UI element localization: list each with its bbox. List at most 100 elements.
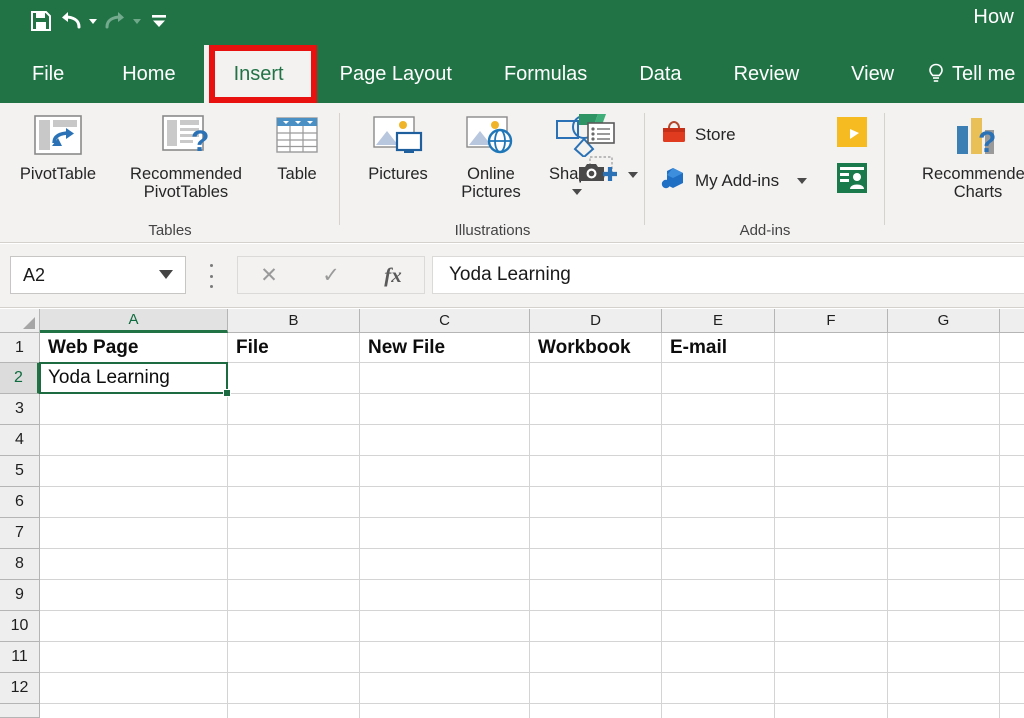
recommended-charts-button[interactable]: ? Recommended Charts [903,107,1024,202]
lightbulb-icon [928,63,944,85]
column-header-a[interactable]: A [40,309,228,333]
recommended-charts-label: Recommended Charts [922,165,1024,202]
cell-c1[interactable]: New File [360,333,529,362]
online-pictures-icon [464,107,518,163]
row-header-7[interactable]: 7 [0,518,40,549]
row-header-1[interactable]: 1 [0,333,40,363]
tab-view[interactable]: View [825,45,920,103]
formula-input[interactable]: Yoda Learning [432,256,1024,294]
name-box-dropdown-icon[interactable] [159,266,185,284]
table-button[interactable]: Table [262,107,332,183]
row-header-10[interactable]: 10 [0,611,40,642]
column-header-g[interactable]: G [888,309,1000,333]
save-icon[interactable] [26,6,56,36]
recommended-pivot-tables-label: Recommended PivotTables [130,165,242,202]
my-add-ins-button[interactable]: My Add-ins [661,165,808,196]
select-all-button[interactable] [0,309,40,333]
tell-me-box[interactable]: Tell me [928,45,1024,103]
bing-maps-icon [837,117,867,152]
row-header-12[interactable]: 12 [0,673,40,704]
column-header-b[interactable]: B [228,309,360,333]
row-header-3[interactable]: 3 [0,394,40,425]
undo-dropdown-icon[interactable] [86,6,100,36]
row-header-4[interactable]: 4 [0,425,40,456]
pivot-table-button[interactable]: PivotTable [8,107,108,183]
online-pictures-button[interactable]: Online Pictures [444,107,538,202]
row-header-6[interactable]: 6 [0,487,40,518]
tab-page-layout[interactable]: Page Layout [314,45,478,103]
people-graph-icon [837,163,867,198]
column-header-e[interactable]: E [662,309,775,333]
insert-function-icon[interactable]: fx [384,263,402,288]
cell-d1[interactable]: Workbook [530,333,661,362]
row-header-5[interactable]: 5 [0,456,40,487]
customize-quick-access-toolbar-icon[interactable] [144,6,174,36]
selection-border [39,362,228,394]
bing-maps-button[interactable] [837,117,867,152]
people-graph-button[interactable] [837,163,867,198]
formula-bar-grip[interactable] [206,264,216,288]
pictures-label: Pictures [368,165,428,183]
fill-handle[interactable] [223,389,231,397]
my-add-ins-dropdown-icon[interactable] [797,177,808,184]
tab-review[interactable]: Review [708,45,826,103]
name-box-value: A2 [23,264,46,285]
cell-b1[interactable]: File [228,333,359,362]
redo-icon[interactable] [100,6,130,36]
tab-home[interactable]: Home [94,45,203,103]
tell-me-label: Tell me [952,62,1016,85]
svg-text:?: ? [191,125,209,157]
my-add-ins-icon [661,165,687,196]
tab-insert[interactable]: Insert [203,45,314,103]
column-header-f[interactable]: F [775,309,888,333]
screenshot-dropdown-icon[interactable] [628,171,638,178]
recommended-charts-icon: ? [951,107,1005,163]
smartart-button[interactable] [576,111,618,152]
ribbon-tab-strip: File Home Insert Page Layout Formulas Da… [0,45,1024,103]
column-header-h[interactable] [1000,309,1024,333]
spreadsheet-grid: A B C D E F G 1 2 3 4 5 6 7 8 9 10 11 12 [0,309,1024,718]
formula-bar-buttons: ✕ ✓ fx [237,256,425,294]
ribbon-group-charts: ? Recommended Charts [885,103,1024,243]
online-pictures-label: Online Pictures [461,165,521,202]
ribbon-group-add-ins-label: Add-ins [739,222,791,239]
tab-formulas[interactable]: Formulas [478,45,613,103]
undo-icon[interactable] [56,6,86,36]
tab-file[interactable]: File [0,45,94,103]
recommended-pivot-tables-icon: ? [160,107,212,163]
screenshot-icon [576,155,620,194]
cell-e1[interactable]: E-mail [662,333,774,362]
row-header-8[interactable]: 8 [0,549,40,580]
enter-formula-icon[interactable]: ✓ [322,263,340,288]
column-header-c[interactable]: C [360,309,530,333]
redo-dropdown-icon[interactable] [130,6,144,36]
ribbon-group-add-ins: Store My Add-ins Add-ins [645,103,885,243]
screenshot-button[interactable] [576,155,638,194]
cell-a1[interactable]: Web Page [40,333,227,362]
smartart-icon [576,111,618,152]
ribbon-group-tables: PivotTable ? Recommended PivotTables Tab… [0,103,340,243]
row-header-11[interactable]: 11 [0,642,40,673]
formula-bar-area: A2 ✕ ✓ fx Yoda Learning [0,244,1024,308]
ribbon-tabs: File Home Insert Page Layout Formulas Da… [0,45,920,103]
pictures-icon [371,107,425,163]
window-title: How [973,6,1014,28]
cell-area: Web Page File New File Workbook E-mail Y… [39,333,1024,718]
name-box[interactable]: A2 [10,256,186,294]
ribbon-group-illustrations: Pictures Online Pictures Shapes Illustra… [340,103,645,243]
cancel-formula-icon[interactable]: ✕ [260,263,278,288]
column-header-d[interactable]: D [530,309,662,333]
tab-data[interactable]: Data [613,45,707,103]
row-header-2[interactable]: 2 [0,363,40,394]
pivot-table-icon [32,107,84,163]
ribbon-group-illustrations-label: Illustrations [454,222,531,239]
table-icon [273,107,321,163]
store-icon [661,119,687,150]
quick-access-toolbar [26,6,174,36]
ribbon: PivotTable ? Recommended PivotTables Tab… [0,103,1024,243]
recommended-pivot-tables-button[interactable]: ? Recommended PivotTables [110,107,262,202]
row-header-9[interactable]: 9 [0,580,40,611]
store-button[interactable]: Store [661,119,736,150]
pictures-button[interactable]: Pictures [352,107,444,183]
row-header-13[interactable] [0,704,40,718]
